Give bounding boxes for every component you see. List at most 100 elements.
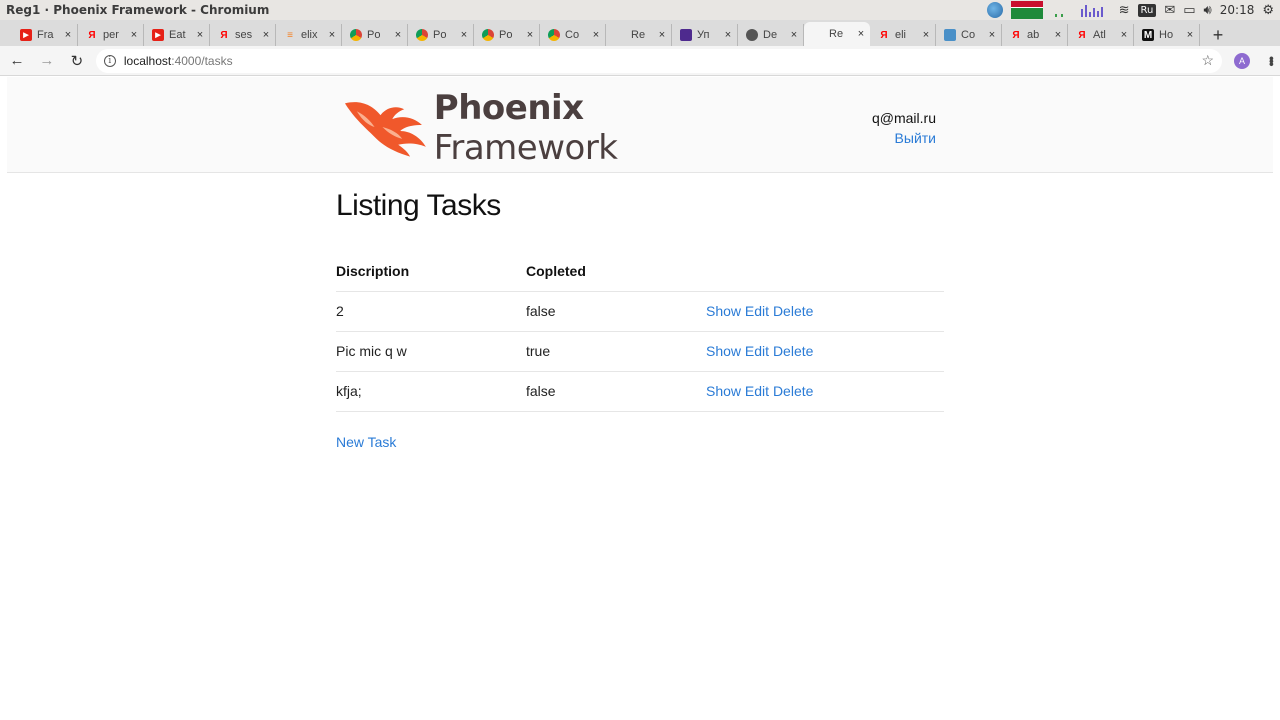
tab-strip: ▶ Fra × Яper × ▶ Eat × Яses × ≡ elix × Po × Po × Po × Co × Re… [0,20,1280,46]
browser-tab[interactable]: Яeli × [870,24,936,46]
tab-close-icon[interactable]: × [129,29,139,41]
tab-label: Po [367,29,381,41]
show-link[interactable]: Show [706,303,741,319]
logout-link[interactable]: Выйти [895,130,936,146]
browser-tab[interactable]: Яab × [1002,24,1068,46]
table-row: Pic mic q w true Show Edit Delete [336,331,944,372]
task-completed: false [526,291,706,332]
task-description: kfja; [336,371,526,412]
yandex-icon: Я [88,29,96,41]
address-bar[interactable]: i localhost:4000/tasks ☆ [95,48,1223,73]
browser-tab[interactable]: ≡ elix × [276,24,342,46]
back-arrow-icon[interactable]: ← [4,48,30,74]
chrome-icon [416,29,428,41]
info-icon[interactable]: i [103,54,116,67]
url-host: localhost [123,53,172,68]
tab-close-icon[interactable]: × [1119,29,1129,41]
browser-tab[interactable]: M Ho × [1134,24,1200,46]
forward-arrow-icon[interactable]: → [34,48,60,74]
wifi-icon[interactable]: ≋ [1119,3,1130,18]
browser-tab[interactable]: Po × [474,24,540,46]
tab-close-icon[interactable]: × [1185,29,1195,41]
new-task-link[interactable]: New Task [336,434,396,450]
browser-tab[interactable]: Уп × [672,24,738,46]
browser-tab[interactable]: ▶ Eat × [144,24,210,46]
browser-tab[interactable]: ▶ Fra × [12,24,78,46]
bookmark-star-icon[interactable]: ☆ [1201,52,1214,69]
tab-close-icon[interactable]: × [459,29,469,41]
yandex-icon: Я [880,29,888,41]
tab-close-icon[interactable]: × [393,29,403,41]
tab-close-icon[interactable]: × [657,29,667,41]
browser-tab[interactable]: Я Atl × [1068,24,1134,46]
column-header-completed: Copleted [526,251,706,292]
edit-link[interactable]: Edit [745,383,769,399]
battery-icon[interactable]: ▭ [1183,3,1195,18]
browser-tab[interactable]: Яper × [78,24,144,46]
tab-close-icon[interactable]: × [1053,29,1063,41]
gear-icon[interactable]: ⚙ [1262,3,1274,18]
yandex-icon: Я [220,29,228,41]
clock[interactable]: 20:18 [1220,3,1255,17]
medium-icon: M [1142,29,1154,41]
tab-close-icon[interactable]: × [327,29,337,41]
reload-icon[interactable]: ↻ [64,48,90,74]
youtube-icon: ▶ [152,29,164,41]
browser-tab[interactable]: Re × [606,24,672,46]
main-content: Listing Tasks Discription Copleted 2 fals… [336,189,944,452]
tab-close-icon[interactable]: × [921,29,931,41]
browser-tab[interactable]: Re × [804,22,870,46]
logo-bold-text: Phoenix [433,88,584,128]
tab-label: Fra [37,29,54,41]
globe-icon [746,29,758,41]
system-tray: ≋ Ru ✉ ▭ 🔊︎ 20:18 ⚙ [986,0,1280,20]
url-path: :4000/tasks [171,53,233,68]
browser-tab[interactable]: Po × [408,24,474,46]
volume-icon[interactable]: 🔊︎ [1204,3,1212,18]
user-email: q@mail.ru [871,110,936,126]
phoenix-logo[interactable]: Phoenix Framework [343,88,773,168]
tab-close-icon[interactable]: × [63,29,73,41]
task-actions: Show Edit Delete [706,371,944,412]
tab-close-icon[interactable]: × [789,29,799,41]
logo-light-text: Framework [433,128,618,168]
table-row: kfja; false Show Edit Delete [336,371,944,412]
browser-tab[interactable]: Co × [936,24,1002,46]
tab-close-icon[interactable]: × [261,29,271,41]
tab-close-icon[interactable]: × [987,29,997,41]
yandex-icon: Я [1078,29,1086,41]
weather-globe-icon[interactable] [986,2,1003,18]
tab-label: Eat [169,29,186,41]
window-title: Reg1 · Phoenix Framework - Chromium [6,3,270,17]
browser-tab[interactable]: Яses × [210,24,276,46]
menu-dots-icon[interactable]: ••• [1264,56,1280,65]
browser-tab[interactable]: De × [738,24,804,46]
edit-link[interactable]: Edit [745,343,769,359]
tab-label: per [103,29,119,41]
browser-tab[interactable]: Po × [342,24,408,46]
edit-link[interactable]: Edit [745,303,769,319]
task-description: 2 [336,291,526,332]
tab-close-icon[interactable]: × [856,28,866,40]
tab-close-icon[interactable]: × [723,29,733,41]
delete-link[interactable]: Delete [773,343,813,359]
profile-avatar[interactable]: A [1234,52,1250,69]
show-link[interactable]: Show [706,383,741,399]
delete-link[interactable]: Delete [773,383,813,399]
tab-label: Re [829,28,844,40]
delete-link[interactable]: Delete [773,303,813,319]
new-tab-plus-icon[interactable]: + [1206,24,1230,46]
tab-close-icon[interactable]: × [195,29,205,41]
keyboard-layout-indicator[interactable]: Ru [1137,3,1157,17]
mail-icon[interactable]: ✉ [1164,3,1175,18]
blank-icon [614,29,626,41]
task-completed: false [526,371,706,412]
tab-label: Co [961,29,976,41]
system-monitor-graph[interactable] [1051,3,1111,17]
browser-toolbar: ← → ↻ i localhost:4000/tasks ☆ A ••• [0,46,1280,76]
show-link[interactable]: Show [706,343,741,359]
tab-close-icon[interactable]: × [525,29,535,41]
elixir-icon [680,29,692,41]
tab-close-icon[interactable]: × [591,29,601,41]
browser-tab[interactable]: Co × [540,24,606,46]
